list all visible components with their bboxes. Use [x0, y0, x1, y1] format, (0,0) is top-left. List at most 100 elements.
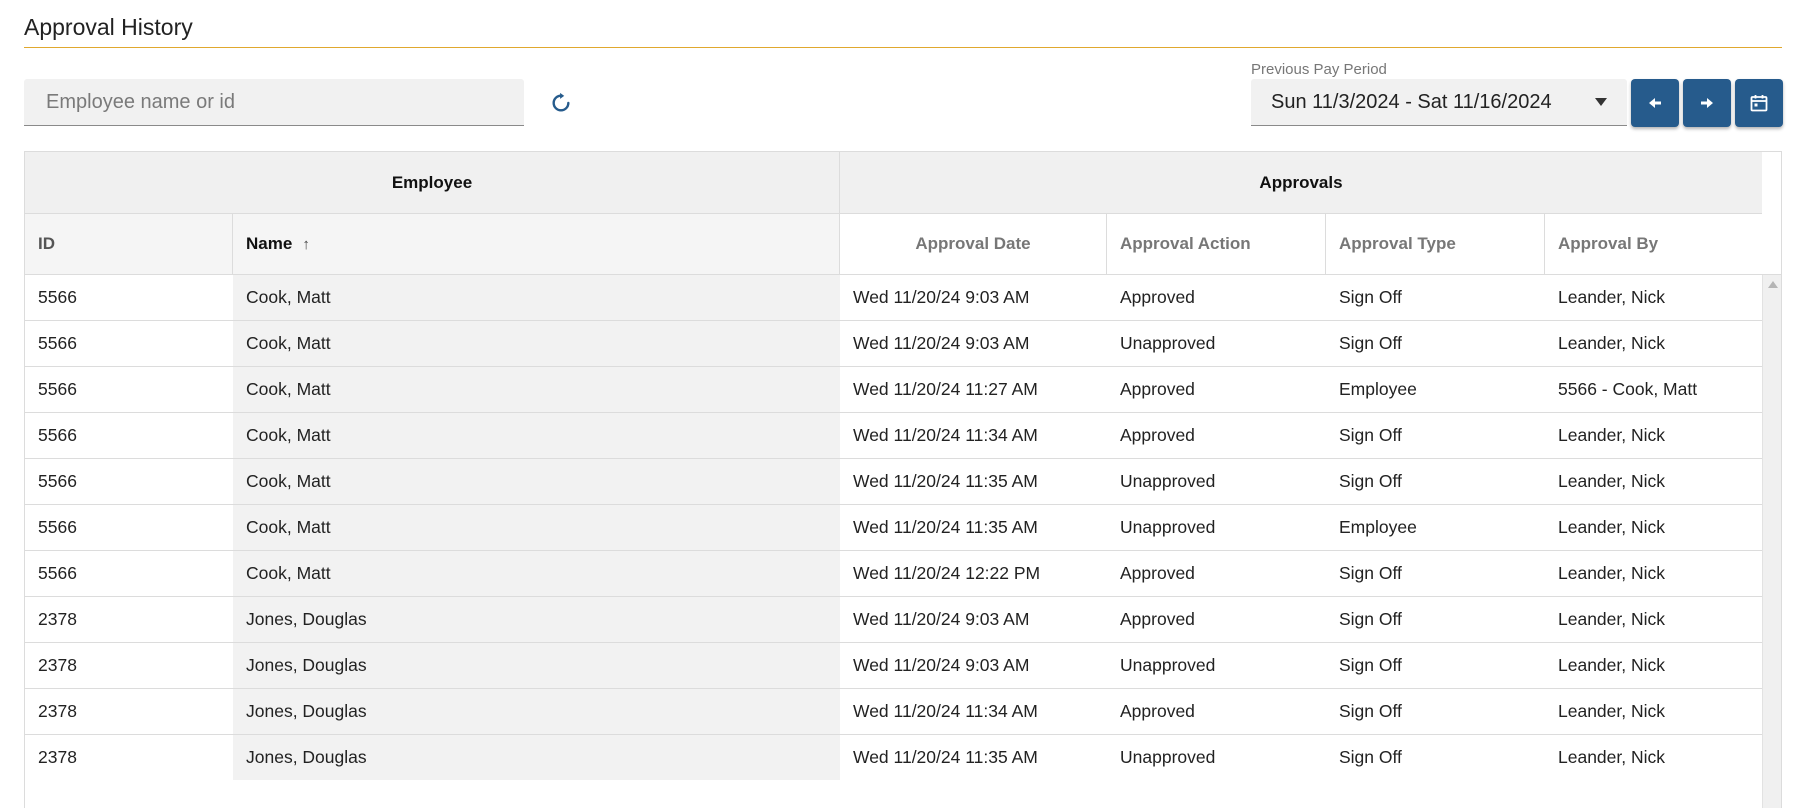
cell-approval-action: Unapproved	[1120, 517, 1216, 537]
table-row[interactable]: 5566 Cook, Matt Wed 11/20/24 11:35 AM Un…	[25, 459, 1762, 505]
refresh-button[interactable]	[548, 90, 574, 116]
cell-id: 5566	[38, 517, 77, 537]
cell-approval-type: Sign Off	[1339, 287, 1402, 307]
cell-approval-type: Sign Off	[1339, 609, 1402, 629]
column-header-id[interactable]: ID	[25, 214, 233, 274]
cell-approval-by: Leander, Nick	[1558, 747, 1666, 767]
group-header-employee: Employee	[25, 152, 840, 214]
cell-name: Cook, Matt	[233, 413, 840, 458]
table-row[interactable]: 5566 Cook, Matt Wed 11/20/24 11:35 AM Un…	[25, 505, 1762, 551]
cell-approval-type: Employee	[1339, 379, 1417, 399]
cell-approval-date: Wed 11/20/24 9:03 AM	[853, 287, 1030, 307]
table-row[interactable]: 2378 Jones, Douglas Wed 11/20/24 9:03 AM…	[25, 643, 1762, 689]
cell-approval-by: Leander, Nick	[1558, 471, 1666, 491]
column-header-approval-action[interactable]: Approval Action	[1107, 214, 1326, 274]
cell-id: 5566	[38, 287, 77, 307]
column-header-approval-type[interactable]: Approval Type	[1326, 214, 1545, 274]
table-row[interactable]: 2378 Jones, Douglas Wed 11/20/24 11:35 A…	[25, 735, 1762, 781]
cell-approval-action: Unapproved	[1120, 333, 1216, 353]
cell-approval-date: Wed 11/20/24 11:35 AM	[853, 747, 1038, 767]
cell-approval-action: Approved	[1120, 563, 1195, 583]
cell-approval-date: Wed 11/20/24 11:34 AM	[853, 425, 1038, 445]
cell-approval-date: Wed 11/20/24 12:22 PM	[853, 563, 1041, 583]
table-row[interactable]: 2378 Jones, Douglas Wed 11/20/24 9:03 AM…	[25, 597, 1762, 643]
table-row[interactable]: 5566 Cook, Matt Wed 11/20/24 9:03 AM Una…	[25, 321, 1762, 367]
cell-approval-by: Leander, Nick	[1558, 701, 1666, 721]
cell-id: 2378	[38, 747, 77, 767]
cell-approval-action: Unapproved	[1120, 747, 1216, 767]
table-row[interactable]: 5566 Cook, Matt Wed 11/20/24 12:22 PM Ap…	[25, 551, 1762, 597]
cell-approval-type: Sign Off	[1339, 747, 1402, 767]
cell-id: 5566	[38, 563, 77, 583]
sort-ascending-icon: ↑	[302, 235, 310, 253]
cell-name: Jones, Douglas	[233, 735, 840, 780]
search-input[interactable]	[24, 79, 524, 125]
cell-approval-date: Wed 11/20/24 11:34 AM	[853, 701, 1038, 721]
cell-approval-date: Wed 11/20/24 11:27 AM	[853, 379, 1038, 399]
cell-name: Jones, Douglas	[233, 597, 840, 642]
cell-name: Cook, Matt	[233, 367, 840, 412]
column-group-row: Employee Approvals	[25, 152, 1781, 214]
column-header-name[interactable]: Name ↑	[233, 214, 840, 274]
cell-name: Jones, Douglas	[233, 643, 840, 688]
cell-approval-action: Unapproved	[1120, 471, 1216, 491]
column-header-id-label: ID	[38, 234, 55, 253]
arrow-left-icon	[1649, 98, 1661, 108]
vertical-scrollbar[interactable]	[1762, 275, 1781, 808]
pay-period-select[interactable]: Sun 11/3/2024 - Sat 11/16/2024	[1251, 79, 1627, 126]
cell-name: Cook, Matt	[233, 321, 840, 366]
title-divider	[24, 47, 1782, 48]
column-header-approval-date-label: Approval Date	[915, 234, 1031, 253]
cell-name: Cook, Matt	[233, 505, 840, 550]
cell-id: 5566	[38, 425, 77, 445]
calendar-icon	[1750, 95, 1768, 112]
calendar-button[interactable]	[1735, 79, 1783, 127]
cell-approval-date: Wed 11/20/24 9:03 AM	[853, 333, 1030, 353]
column-header-row: ID Name ↑ Approval Date Approval Action …	[25, 214, 1781, 275]
cell-approval-action: Unapproved	[1120, 655, 1216, 675]
table-row[interactable]: 5566 Cook, Matt Wed 11/20/24 11:34 AM Ap…	[25, 413, 1762, 459]
chevron-down-icon	[1595, 98, 1607, 106]
cell-approval-type: Sign Off	[1339, 471, 1402, 491]
cell-id: 2378	[38, 655, 77, 675]
cell-approval-type: Sign Off	[1339, 333, 1402, 353]
cell-approval-by: Leander, Nick	[1558, 517, 1666, 537]
cell-name: Cook, Matt	[233, 459, 840, 504]
cell-name: Jones, Douglas	[233, 689, 840, 734]
table-row[interactable]: 2378 Jones, Douglas Wed 11/20/24 11:34 A…	[25, 689, 1762, 735]
search-field[interactable]	[24, 79, 524, 126]
cell-name: Cook, Matt	[233, 551, 840, 596]
cell-id: 2378	[38, 701, 77, 721]
cell-approval-type: Employee	[1339, 517, 1417, 537]
cell-id: 5566	[38, 379, 77, 399]
group-header-approvals: Approvals	[840, 152, 1762, 214]
cell-approval-by: Leander, Nick	[1558, 563, 1666, 583]
cell-id: 2378	[38, 609, 77, 629]
cell-approval-type: Sign Off	[1339, 425, 1402, 445]
cell-approval-action: Approved	[1120, 379, 1195, 399]
next-period-button[interactable]	[1683, 79, 1731, 127]
cell-id: 5566	[38, 333, 77, 353]
column-header-approval-action-label: Approval Action	[1120, 234, 1251, 253]
column-header-name-label: Name	[246, 234, 293, 253]
column-header-approval-by[interactable]: Approval By	[1545, 214, 1781, 274]
grid-body: 5566 Cook, Matt Wed 11/20/24 9:03 AM App…	[25, 275, 1762, 781]
cell-approval-by: 5566 - Cook, Matt	[1558, 379, 1698, 399]
previous-period-button[interactable]	[1631, 79, 1679, 127]
cell-approval-by: Leander, Nick	[1558, 425, 1666, 445]
column-header-approval-type-label: Approval Type	[1339, 234, 1456, 253]
cell-approval-date: Wed 11/20/24 9:03 AM	[853, 609, 1030, 629]
cell-id: 5566	[38, 471, 77, 491]
pay-period-label: Previous Pay Period	[1251, 61, 1387, 78]
approval-history-grid: Employee Approvals ID Name ↑ Approval Da…	[24, 151, 1782, 808]
page-title: Approval History	[24, 14, 193, 40]
cell-approval-action: Approved	[1120, 609, 1195, 629]
scroll-up-icon[interactable]	[1768, 281, 1778, 288]
arrow-right-icon	[1701, 98, 1713, 108]
table-row[interactable]: 5566 Cook, Matt Wed 11/20/24 11:27 AM Ap…	[25, 367, 1762, 413]
cell-approval-date: Wed 11/20/24 11:35 AM	[853, 517, 1038, 537]
cell-approval-by: Leander, Nick	[1558, 609, 1666, 629]
column-header-approval-date[interactable]: Approval Date	[840, 214, 1107, 274]
cell-approval-by: Leander, Nick	[1558, 287, 1666, 307]
table-row[interactable]: 5566 Cook, Matt Wed 11/20/24 9:03 AM App…	[25, 275, 1762, 321]
